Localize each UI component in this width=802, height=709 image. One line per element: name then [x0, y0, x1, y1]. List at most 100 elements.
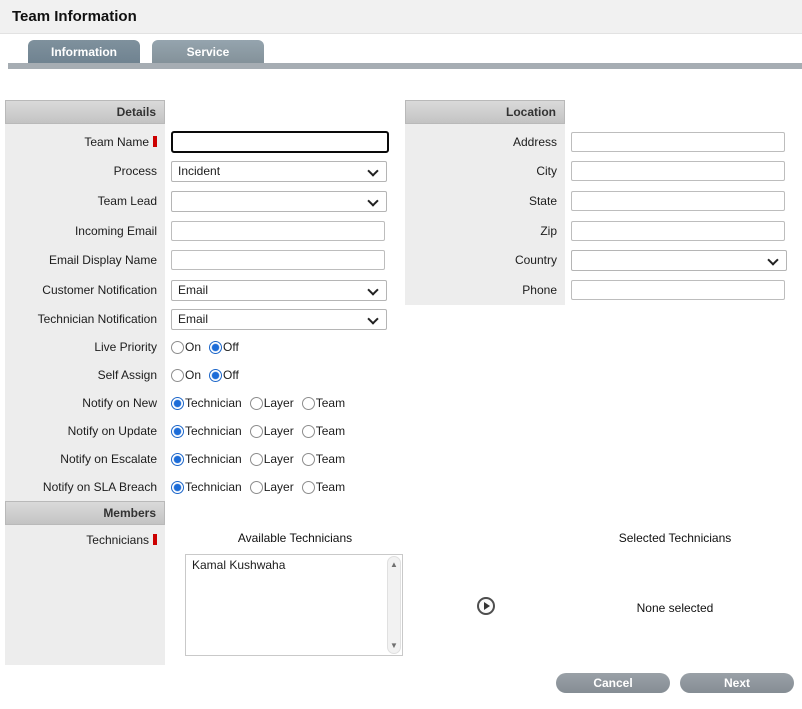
team-name-input[interactable]: [171, 131, 389, 153]
address-label: Address: [512, 135, 557, 149]
notify-on-escalate-technician-radio[interactable]: Technician: [171, 452, 242, 466]
state-input[interactable]: [571, 191, 785, 211]
scroll-down-icon[interactable]: ▼: [390, 638, 398, 653]
team-lead-select[interactable]: [171, 190, 387, 212]
radio-unchecked-icon: [171, 368, 184, 382]
cancel-button[interactable]: Cancel: [556, 673, 670, 693]
notify-on-sla-breach-row: Notify on SLA Breach Technician Layer Te…: [5, 475, 400, 499]
email-display-name-row: Email Display Name: [5, 248, 400, 272]
tab-information-label: Information: [51, 45, 117, 59]
live-priority-off-radio[interactable]: Off: [209, 340, 239, 354]
chevron-down-icon: [367, 312, 379, 325]
zip-row: Zip: [405, 219, 797, 243]
self-assign-off-radio[interactable]: Off: [209, 368, 239, 382]
phone-input[interactable]: [571, 280, 785, 300]
notify-on-new-label: Notify on New: [82, 396, 157, 410]
live-priority-row: Live Priority On Off: [5, 335, 400, 359]
city-input[interactable]: [571, 161, 785, 181]
radio-unchecked-icon: [301, 480, 315, 494]
arrow-right-icon: [484, 602, 490, 610]
radio-option-label: Off: [223, 340, 239, 354]
radio-unchecked-icon: [301, 452, 315, 466]
notify-on-new-team-radio[interactable]: Team: [301, 396, 346, 410]
notify-on-sla-breach-team-radio[interactable]: Team: [301, 480, 345, 494]
email-display-name-input[interactable]: [171, 250, 385, 270]
chevron-down-icon: [367, 283, 379, 296]
tab-service[interactable]: Service: [152, 40, 264, 64]
move-right-button[interactable]: [477, 597, 495, 615]
live-priority-on-radio[interactable]: On: [171, 340, 201, 354]
radio-option-label: Layer: [263, 452, 294, 466]
address-input[interactable]: [571, 132, 785, 152]
incoming-email-row: Incoming Email: [5, 219, 400, 243]
technician-notification-row: Technician Notification Email: [5, 307, 400, 331]
chevron-down-icon: [767, 253, 779, 266]
tab-information[interactable]: Information: [28, 40, 140, 64]
radio-unchecked-icon: [301, 424, 315, 438]
available-technicians-list[interactable]: Kamal Kushwaha ▲ ▼: [185, 554, 403, 656]
radio-option-label: On: [185, 340, 202, 354]
state-label: State: [528, 194, 557, 208]
radio-option-label: Technician: [185, 396, 242, 410]
notify-on-sla-breach-layer-radio[interactable]: Layer: [249, 480, 294, 494]
radio-option-label: Layer: [263, 396, 294, 410]
radio-unchecked-icon: [249, 424, 263, 438]
notify-on-update-team-radio[interactable]: Team: [301, 424, 346, 438]
radio-checked-icon: [171, 480, 184, 494]
notify-on-escalate-layer-radio[interactable]: Layer: [249, 452, 294, 466]
selected-technicians-title: Selected Technicians: [618, 531, 732, 545]
incoming-email-input[interactable]: [171, 221, 385, 241]
selected-technicians-empty-text: None selected: [636, 601, 714, 615]
country-select[interactable]: [571, 249, 787, 271]
radio-unchecked-icon: [301, 396, 315, 410]
technician-notification-select[interactable]: Email: [171, 308, 387, 330]
radio-unchecked-icon: [171, 340, 184, 354]
notify-on-sla-breach-technician-radio[interactable]: Technician: [171, 480, 242, 494]
notify-on-update-label: Notify on Update: [67, 424, 157, 438]
country-row: Country: [405, 248, 797, 272]
required-marker: [153, 136, 157, 147]
notify-on-sla-breach-label: Notify on SLA Breach: [42, 480, 157, 494]
customer-notification-select[interactable]: Email: [171, 279, 387, 301]
process-select[interactable]: Incident: [171, 160, 387, 182]
details-section-header: Details: [5, 100, 165, 124]
members-section-title: Members: [103, 506, 156, 520]
page-title: Team Information: [12, 8, 137, 25]
zip-input[interactable]: [571, 221, 785, 241]
radio-unchecked-icon: [249, 480, 263, 494]
notify-on-new-technician-radio[interactable]: Technician: [171, 396, 242, 410]
scroll-up-icon[interactable]: ▲: [390, 557, 398, 572]
notify-on-new-layer-radio[interactable]: Layer: [249, 396, 294, 410]
tab-underline-bar: [8, 63, 802, 69]
radio-option-label: Technician: [185, 424, 242, 438]
team-name-row: Team Name: [5, 130, 400, 154]
notify-on-update-technician-radio[interactable]: Technician: [171, 424, 242, 438]
team-lead-label: Team Lead: [97, 194, 157, 208]
team-information-page: Team Information Information Service Det…: [0, 0, 802, 709]
incoming-email-label: Incoming Email: [74, 224, 157, 238]
team-lead-row: Team Lead: [5, 189, 400, 213]
chevron-down-icon: [367, 194, 379, 207]
radio-checked-icon: [171, 424, 184, 438]
radio-checked-icon: [209, 368, 223, 382]
next-button[interactable]: Next: [680, 673, 794, 693]
notify-on-escalate-team-radio[interactable]: Team: [301, 452, 345, 466]
required-marker: [153, 534, 157, 545]
self-assign-row: Self Assign On Off: [5, 363, 400, 387]
email-display-name-label: Email Display Name: [48, 253, 157, 267]
self-assign-on-radio[interactable]: On: [171, 368, 201, 382]
tab-service-label: Service: [186, 45, 230, 59]
notify-on-update-layer-radio[interactable]: Layer: [249, 424, 294, 438]
radio-option-label: Off: [223, 368, 239, 382]
page-header: Team Information: [0, 0, 802, 34]
radio-option-label: Team: [315, 424, 346, 438]
radio-option-label: Layer: [263, 480, 294, 494]
radio-option-label: Team: [315, 396, 346, 410]
radio-checked-icon: [171, 452, 184, 466]
list-item[interactable]: Kamal Kushwaha: [186, 555, 386, 575]
city-label: City: [536, 164, 557, 178]
details-section-title: Details: [116, 105, 156, 119]
notify-on-escalate-label: Notify on Escalate: [60, 452, 157, 466]
scrollbar[interactable]: ▲ ▼: [387, 556, 401, 654]
technician-notification-label: Technician Notification: [37, 312, 157, 326]
